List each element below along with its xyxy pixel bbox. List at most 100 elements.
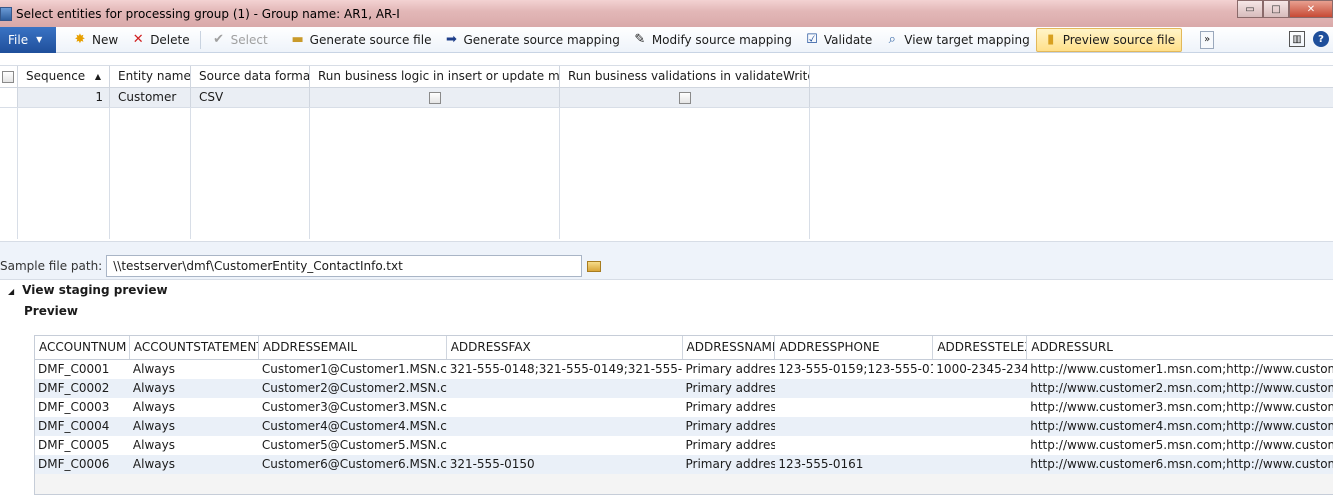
toolbar-separator [199, 30, 201, 49]
table-row[interactable]: 1 Customer CSV [0, 88, 1333, 108]
check-box-icon: ☑ [806, 31, 818, 47]
run-business-logic-cell [310, 88, 560, 107]
preview-header: ACCOUNTNUM ACCOUNTSTATEMENT ADDRESSEMAIL… [35, 336, 1333, 360]
entity-name-cell[interactable]: Customer [110, 88, 191, 107]
layout-icon[interactable]: ▥ [1289, 31, 1305, 47]
cell-addressurl: http://www.customer3.msn.com;http://www.… [1030, 400, 1333, 414]
cell-accountstatement: Always [132, 419, 175, 433]
cell-addresstelex [933, 398, 1027, 417]
table-row[interactable]: DMF_C0003 Always Customer3@Customer3.MSN… [35, 398, 1333, 417]
document-icon: ▮ [1047, 31, 1055, 47]
column-header-addressurl[interactable]: ADDRESSURL [1027, 336, 1333, 359]
select-all-checkbox[interactable] [2, 70, 14, 83]
toolbar-right-icons: ▥ ? [1289, 31, 1329, 47]
pencil-icon: ✎ [634, 31, 646, 47]
cell-addressphone: 123-555-0161 [778, 457, 864, 471]
preview-source-file-button[interactable]: ▮ Preview source file [1035, 27, 1183, 52]
select-all-column [0, 66, 18, 87]
delete-x-icon: ✕ [132, 31, 144, 47]
arrow-right-icon: ➡ [446, 31, 457, 47]
sample-file-path-label: Sample file path: [0, 259, 103, 273]
table-row[interactable]: DMF_C0004 Always Customer4@Customer4.MSN… [35, 417, 1333, 436]
modify-source-mapping-button[interactable]: ✎ Modify source mapping [626, 28, 798, 52]
cell-addressemail: Customer2@Customer2.MSN.com [261, 381, 447, 395]
run-business-logic-checkbox[interactable] [428, 91, 441, 104]
table-row[interactable]: DMF_C0006 Always Customer6@Customer6.MSN… [35, 455, 1333, 474]
column-header-addresstelex[interactable]: ADDRESSTELEX [933, 336, 1028, 359]
grid-empty-area [0, 108, 1333, 239]
cell-addressemail: Customer4@Customer4.MSN.com [261, 419, 447, 433]
column-header-sequence[interactable]: Sequence ▲ [18, 66, 110, 87]
generate-source-file-button[interactable]: ▬ Generate source file [284, 28, 438, 52]
preview-grid: ACCOUNTNUM ACCOUNTSTATEMENT ADDRESSEMAIL… [34, 335, 1333, 495]
run-business-validations-checkbox[interactable] [678, 91, 691, 104]
cell-accountstatement: Always [132, 438, 175, 452]
source-data-format-cell[interactable]: CSV [191, 88, 310, 107]
more-actions-button[interactable]: » [1200, 30, 1215, 49]
select-button[interactable]: ✔ Select [205, 28, 274, 52]
table-row[interactable]: DMF_C0001 Always Customer1@Customer1.MSN… [35, 360, 1333, 379]
cell-addressname: Primary address. [685, 438, 776, 452]
help-icon[interactable]: ? [1313, 31, 1329, 47]
app-icon [0, 6, 12, 21]
cell-addressemail: Customer1@Customer1.MSN.com [261, 362, 447, 376]
column-header-accountstatement[interactable]: ACCOUNTSTATEMENT [130, 336, 259, 359]
column-header-addressphone[interactable]: ADDRESSPHONE [775, 336, 934, 359]
cell-addressphone [775, 417, 933, 436]
column-header-accountnum[interactable]: ACCOUNTNUM [35, 336, 130, 359]
grid-footer [0, 241, 1333, 253]
checkmark-icon: ✔ [213, 31, 225, 47]
cell-accountnum: DMF_C0003 [38, 400, 110, 414]
delete-button[interactable]: ✕ Delete [124, 28, 195, 52]
sort-ascending-icon: ▲ [94, 72, 101, 81]
view-target-mapping-button[interactable]: ⌕ View target mapping [878, 28, 1035, 52]
close-button[interactable]: ✕ [1289, 0, 1333, 18]
cell-addresstelex: 1000-2345-2344 [936, 362, 1028, 376]
magnifier-icon: ⌕ [888, 31, 896, 47]
cell-accountnum: DMF_C0004 [38, 419, 110, 433]
column-header-entity-name[interactable]: Entity name [110, 66, 191, 87]
cell-addressphone: 123-555-0159;123-555-0160 [778, 362, 933, 376]
minimize-button[interactable]: ▭ [1237, 0, 1263, 18]
cell-addressurl: http://www.customer1.msn.com;http://www.… [1030, 362, 1333, 376]
sample-file-path-input[interactable]: \\testserver\dmf\CustomerEntity_ContactI… [106, 255, 583, 277]
cell-addressname: Primary address. [685, 362, 776, 376]
column-header-run-business-logic[interactable]: Run business logic in insert or update m… [310, 66, 560, 87]
column-header-addressfax[interactable]: ADDRESSFAX [447, 336, 683, 359]
cell-accountnum: DMF_C0002 [38, 381, 110, 395]
column-header-source-data-format[interactable]: Source data format [191, 66, 310, 87]
window-controls: ▭ □ ✕ [1237, 0, 1333, 18]
cell-accountstatement: Always [132, 381, 175, 395]
new-button[interactable]: ✸ New [66, 28, 124, 52]
cell-addresstelex [933, 417, 1027, 436]
folder-browse-icon[interactable] [587, 260, 602, 272]
cell-addresstelex [933, 436, 1027, 455]
collapse-triangle-icon: ◢ [8, 287, 15, 296]
cell-addressurl: http://www.customer6.msn.com;http://www.… [1030, 457, 1333, 471]
cell-accountstatement: Always [132, 400, 175, 414]
generate-source-mapping-button[interactable]: ➡ Generate source mapping [437, 28, 625, 52]
column-header-run-business-validations[interactable]: Run business validations in validateWrit… [560, 66, 810, 87]
cell-addressname: Primary address. [685, 381, 776, 395]
sequence-cell[interactable]: 1 [18, 88, 110, 107]
cell-accountnum: DMF_C0005 [38, 438, 110, 452]
cell-addresstelex [933, 455, 1027, 474]
column-header-addressname[interactable]: ADDRESSNAME [683, 336, 776, 359]
cell-addressname: Primary address. [685, 457, 776, 471]
title-bar: Select entities for processing group (1)… [0, 0, 1333, 27]
new-star-icon: ✸ [74, 31, 86, 47]
validate-button[interactable]: ☑ Validate [798, 28, 878, 52]
column-header-addressemail[interactable]: ADDRESSEMAIL [259, 336, 447, 359]
cell-addresstelex [933, 379, 1027, 398]
table-row[interactable]: DMF_C0002 Always Customer2@Customer2.MSN… [35, 379, 1333, 398]
cell-addressname: Primary address. [685, 400, 776, 414]
cell-addressphone [775, 398, 933, 417]
maximize-button[interactable]: □ [1263, 0, 1289, 18]
cell-addressurl: http://www.customer4.msn.com;http://www.… [1030, 419, 1333, 433]
staging-preview-header[interactable]: ◢ View staging preview [8, 283, 168, 297]
table-row[interactable]: DMF_C0005 Always Customer5@Customer5.MSN… [35, 436, 1333, 455]
sample-file-path-row: Sample file path: \\testserver\dmf\Custo… [0, 253, 1333, 280]
cell-addressemail: Customer6@Customer6.MSN.com [261, 457, 447, 471]
window-title: Select entities for processing group (1)… [16, 6, 400, 21]
file-menu-button[interactable]: File ▼ [0, 26, 56, 53]
